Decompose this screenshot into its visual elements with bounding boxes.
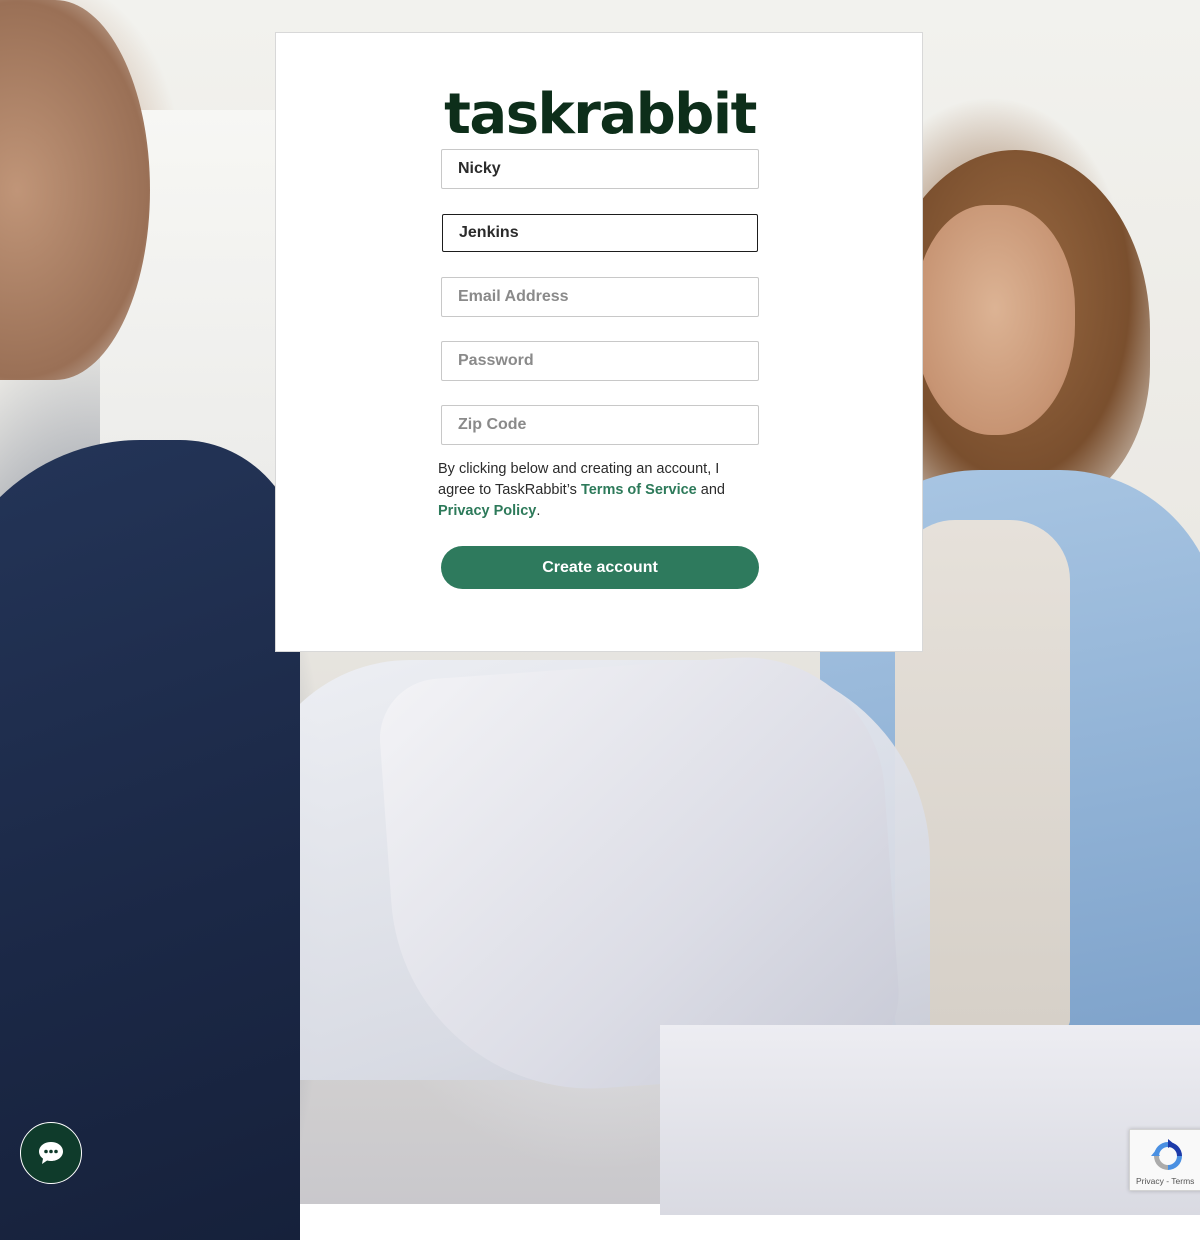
privacy-policy-link[interactable]: Privacy Policy <box>438 503 536 519</box>
recaptcha-icon <box>1151 1139 1182 1170</box>
background-couch-arm <box>660 1025 1200 1215</box>
password-input[interactable] <box>441 341 759 381</box>
recaptcha-badge[interactable]: Privacy - Terms <box>1129 1129 1200 1191</box>
signup-card: taskrabbit By clicking below and creatin… <box>275 32 923 652</box>
recaptcha-terms-link[interactable]: Terms <box>1171 1176 1194 1186</box>
background-man-shoulder <box>0 440 300 1240</box>
terms-text: By clicking below and creating an accoun… <box>438 459 748 522</box>
recaptcha-privacy-link[interactable]: Privacy <box>1136 1176 1164 1186</box>
recaptcha-links: Privacy - Terms <box>1136 1176 1194 1186</box>
last-name-input[interactable] <box>442 214 758 252</box>
background-person-face <box>915 205 1075 435</box>
terms-suffix: . <box>536 503 541 519</box>
zip-code-input[interactable] <box>441 405 759 445</box>
taskrabbit-logo[interactable]: taskrabbit <box>276 87 924 143</box>
terms-middle: and <box>696 482 725 498</box>
chat-bubble-icon <box>39 1142 63 1164</box>
create-account-button[interactable]: Create account <box>441 546 759 589</box>
terms-of-service-link[interactable]: Terms of Service <box>581 482 697 498</box>
first-name-input[interactable] <box>441 149 759 189</box>
chat-button[interactable] <box>20 1122 82 1184</box>
email-input[interactable] <box>441 277 759 317</box>
